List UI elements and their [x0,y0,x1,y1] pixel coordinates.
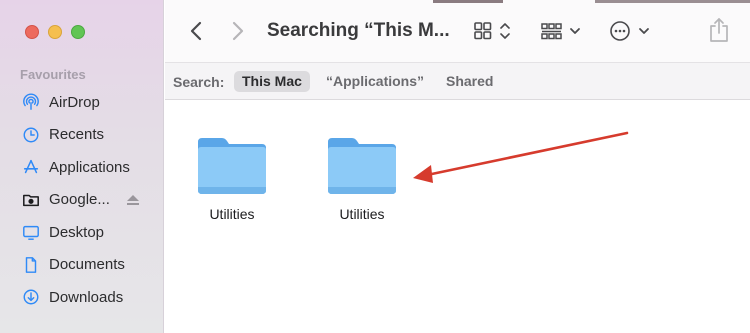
search-scope-bar: Search: This Mac “Applications” Shared [165,62,750,100]
close-button[interactable] [25,25,39,39]
minimize-button[interactable] [48,25,62,39]
sidebar-item-applications[interactable]: Applications [0,151,164,184]
airdrop-icon [21,92,41,112]
document-icon [21,255,41,275]
sidebar-item-label: Documents [49,256,125,274]
sidebar-item-label: Desktop [49,223,105,241]
window-controls [25,25,85,39]
toolbar: Searching “This M... [165,0,750,62]
sidebar-list: AirDrop Recents Applications Google... D… [0,86,164,314]
sidebar-item-downloads[interactable]: Downloads [0,281,164,314]
back-button[interactable] [185,18,207,44]
chevron-left-icon [190,21,202,41]
background-strip [433,0,503,3]
sidebar-item-recents[interactable]: Recents [0,119,164,152]
scope-applications[interactable]: “Applications” [318,71,432,92]
sidebar-item-documents[interactable]: Documents [0,249,164,282]
finder-window: Favourites AirDrop Recents Applications … [0,0,750,333]
annotation-arrow [413,131,629,183]
view-mode-button[interactable] [472,18,516,44]
scope-shared[interactable]: Shared [438,71,501,92]
drive-icon [21,190,41,210]
share-icon [710,18,728,42]
group-icon [541,23,580,40]
sidebar-item-label: AirDrop [49,93,100,111]
sidebar-item-label: Google... [49,191,110,209]
clock-icon [21,125,41,145]
forward-button[interactable] [227,18,249,44]
ellipsis-circle-icon [610,21,649,41]
group-by-button[interactable] [540,18,584,44]
sidebar-item-label: Recents [49,126,105,144]
results-area: Utilities Utilities [165,101,750,333]
more-actions-button[interactable] [608,18,656,44]
search-scope-label: Search: [173,74,225,90]
sidebar-item-google-drive[interactable]: Google... [0,184,164,217]
applications-icon [21,157,41,177]
icon-grid-view-icon [474,22,510,40]
desktop-icon [21,222,41,242]
share-button[interactable] [706,16,732,44]
sidebar-item-desktop[interactable]: Desktop [0,216,164,249]
window-title: Searching “This M... [267,20,450,41]
zoom-button[interactable] [71,25,85,39]
favourites-section-title: Favourites [20,67,86,82]
scope-this-mac[interactable]: This Mac [234,71,310,92]
sidebar: Favourites AirDrop Recents Applications … [0,0,164,333]
chevron-right-icon [232,21,244,41]
sidebar-item-label: Applications [49,158,130,176]
sidebar-item-airdrop[interactable]: AirDrop [0,86,164,119]
background-strip [595,0,750,3]
eject-icon[interactable] [126,193,140,207]
download-icon [21,287,41,307]
sidebar-item-label: Downloads [49,288,124,306]
